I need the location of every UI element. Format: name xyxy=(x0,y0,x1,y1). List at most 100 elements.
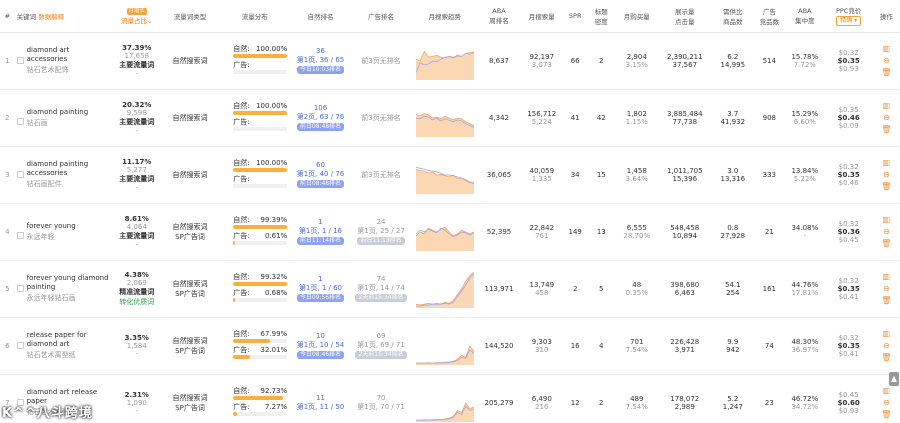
scroll-top-button[interactable]: ▲ xyxy=(889,372,899,386)
header-spr[interactable]: SPR xyxy=(563,0,587,33)
product-count: 27,928 xyxy=(720,231,746,240)
header-demand-ratio[interactable]: 需供比 商品数 xyxy=(711,0,754,33)
traffic-share-sort[interactable]: 流量占比 xyxy=(121,17,147,25)
trend-sparkline[interactable] xyxy=(415,213,474,251)
header-traffic[interactable]: 月增长 流量占比⌄ xyxy=(112,0,161,33)
delete-icon[interactable]: 🗑 xyxy=(875,67,898,78)
natural-dist-label: 自然: xyxy=(233,215,250,224)
data-explain-link[interactable]: 数据解释 xyxy=(38,13,64,21)
header-ad-products[interactable]: 广告 竞品数 xyxy=(753,0,785,33)
ppc-suggested: $0.35 xyxy=(837,56,860,65)
chart-icon[interactable]: ▥ xyxy=(875,157,898,168)
keyword-cell[interactable]: diamond painting 钻石画 xyxy=(15,89,113,146)
row-index: 5 xyxy=(5,284,10,293)
chart-icon[interactable]: ▥ xyxy=(875,43,898,54)
delete-icon[interactable]: 🗑 xyxy=(875,181,898,192)
keyword-en[interactable]: diamond art accessories xyxy=(27,46,111,64)
trend-cell[interactable] xyxy=(411,89,478,146)
keyword-cell[interactable]: diamond painting accessories 钻石画配件 xyxy=(15,146,113,203)
ad-dist-label: 广告: xyxy=(233,60,250,69)
natural-rank-cell[interactable]: 1 第1页, 1 / 16 前日11:14排名 xyxy=(290,203,351,260)
delete-icon[interactable]: 🗑 xyxy=(875,409,898,420)
delete-icon[interactable]: 🗑 xyxy=(875,238,898,249)
chart-icon[interactable]: ▥ xyxy=(875,271,898,282)
delete-icon[interactable]: 🗑 xyxy=(875,295,898,306)
ad-rank-cell[interactable]: 24 第1页, 25 / 27 前日11:13排名 xyxy=(351,203,412,260)
trend-cell[interactable] xyxy=(411,317,478,374)
trend-cell[interactable] xyxy=(411,146,478,203)
trend-cell[interactable] xyxy=(411,374,478,423)
ppc-match-dropdown[interactable]: 精确 ▾ xyxy=(836,16,862,27)
chart-icon[interactable]: ▥ xyxy=(875,214,898,225)
monthly-purchase: 6,555 xyxy=(626,223,647,232)
row-checkbox[interactable] xyxy=(16,118,24,125)
keyword-cell[interactable]: release paper for diamond art 钻石艺术离型纸 xyxy=(15,317,113,374)
remove-icon[interactable]: ⊖ xyxy=(875,226,898,237)
natural-rank-cell[interactable]: 36 第1页, 36 / 65 今日10:03排名 xyxy=(290,32,351,89)
header-monthly-search[interactable]: 月搜索量 xyxy=(519,0,564,33)
natural-rank-cell[interactable]: 106 第2页, 63 / 76 前日08:48排名 xyxy=(290,89,351,146)
trend-cell[interactable] xyxy=(411,260,478,317)
trend-sparkline[interactable] xyxy=(415,270,474,308)
ad-rank-cell[interactable]: 前3页无排名 xyxy=(351,32,412,89)
ppc-suggested: $0.35 xyxy=(837,341,860,350)
natural-rank-cell[interactable]: 11 第1页, 11 / 50 xyxy=(290,374,351,423)
demand-ratio: 5.2 xyxy=(727,394,739,403)
header-natural-rank[interactable]: 自然排名 xyxy=(290,0,351,33)
ad-dist-bar xyxy=(233,411,288,416)
header-aba-concentration[interactable]: ABA 集中度 xyxy=(784,0,825,33)
remove-icon[interactable]: ⊖ xyxy=(875,397,898,408)
header-aba-rank[interactable]: ABA 周排名 xyxy=(478,0,520,33)
keyword-en[interactable]: forever young diamond painting xyxy=(27,274,111,292)
row-checkbox[interactable] xyxy=(16,56,24,64)
trend-cell[interactable] xyxy=(411,32,478,89)
keyword-en[interactable]: diamond painting accessories xyxy=(27,160,111,178)
delete-icon[interactable]: 🗑 xyxy=(875,124,898,135)
dist-cell: 自然: 67.99% 广告: 32.01% xyxy=(219,317,290,374)
keyword-en[interactable]: forever young xyxy=(27,222,76,231)
trend-sparkline[interactable] xyxy=(415,42,474,80)
trend-sparkline[interactable] xyxy=(415,99,474,137)
ad-rank-cell[interactable]: 前3页无排名 xyxy=(351,89,412,146)
chart-icon[interactable]: ▥ xyxy=(875,100,898,111)
keyword-cell[interactable]: forever young 永远年轻 xyxy=(15,203,113,260)
natural-rank: 106 xyxy=(313,104,328,112)
header-monthly-purchase[interactable]: 月购买量 xyxy=(615,0,658,33)
ad-rank-cell[interactable]: 74 第1页, 14 / 74 2天前15:34排名 xyxy=(351,260,412,317)
header-keyword[interactable]: 关键词 数据解释 xyxy=(14,0,113,33)
row-checkbox[interactable] xyxy=(16,232,24,239)
chart-icon[interactable]: ▥ xyxy=(875,328,898,339)
remove-icon[interactable]: ⊖ xyxy=(875,55,898,66)
row-checkbox[interactable] xyxy=(16,284,24,292)
keyword-en[interactable]: release paper for diamond art xyxy=(27,331,111,349)
keyword-cell[interactable]: diamond art accessories 钻石艺术配饰 xyxy=(15,32,113,89)
chart-icon[interactable]: ▥ xyxy=(875,385,898,396)
ad-products-cell: 74 xyxy=(764,341,774,350)
remove-icon[interactable]: ⊖ xyxy=(875,283,898,294)
trend-cell[interactable] xyxy=(411,203,478,260)
header-ad-rank[interactable]: 广告排名 xyxy=(350,0,412,33)
remove-icon[interactable]: ⊖ xyxy=(875,112,898,123)
ad-rank-cell[interactable]: 70 第1页, 70 / 71 xyxy=(351,374,412,423)
remove-icon[interactable]: ⊖ xyxy=(875,340,898,351)
natural-rank-cell[interactable]: 60 第1页, 40 / 76 前日08:48排名 xyxy=(290,146,351,203)
keyword-cell[interactable]: forever young diamond painting 永远年轻钻石画 xyxy=(15,260,113,317)
ad-rank-cell[interactable]: 69 第1页, 69 / 71 2天前15:34排名 xyxy=(351,317,412,374)
ad-rank-cell[interactable]: 前3页无排名 xyxy=(351,146,412,203)
spr-cell: 12 xyxy=(570,398,580,407)
row-checkbox[interactable] xyxy=(16,170,24,178)
header-title-density[interactable]: 标题 密度 xyxy=(586,0,616,33)
row-index: 3 xyxy=(5,170,10,179)
natural-rank-cell[interactable]: 10 第1页, 10 / 54 今日08:46排名 xyxy=(290,317,351,374)
remove-icon[interactable]: ⊖ xyxy=(875,169,898,180)
natural-rank-cell[interactable]: 1 第1页, 1 / 60 今日09:56排名 xyxy=(290,260,351,317)
trend-sparkline[interactable] xyxy=(415,384,474,422)
keyword-en[interactable]: diamond painting xyxy=(27,108,89,117)
traffic-type-cell: 自然搜索词 xyxy=(161,146,219,203)
delete-icon[interactable]: 🗑 xyxy=(875,352,898,363)
trend-sparkline[interactable] xyxy=(415,327,474,365)
header-impressions[interactable]: 展示量 点击量 xyxy=(657,0,712,33)
row-checkbox[interactable] xyxy=(16,341,24,349)
trend-sparkline[interactable] xyxy=(415,156,474,194)
sort-desc-icon[interactable]: ⌄ xyxy=(147,17,152,25)
